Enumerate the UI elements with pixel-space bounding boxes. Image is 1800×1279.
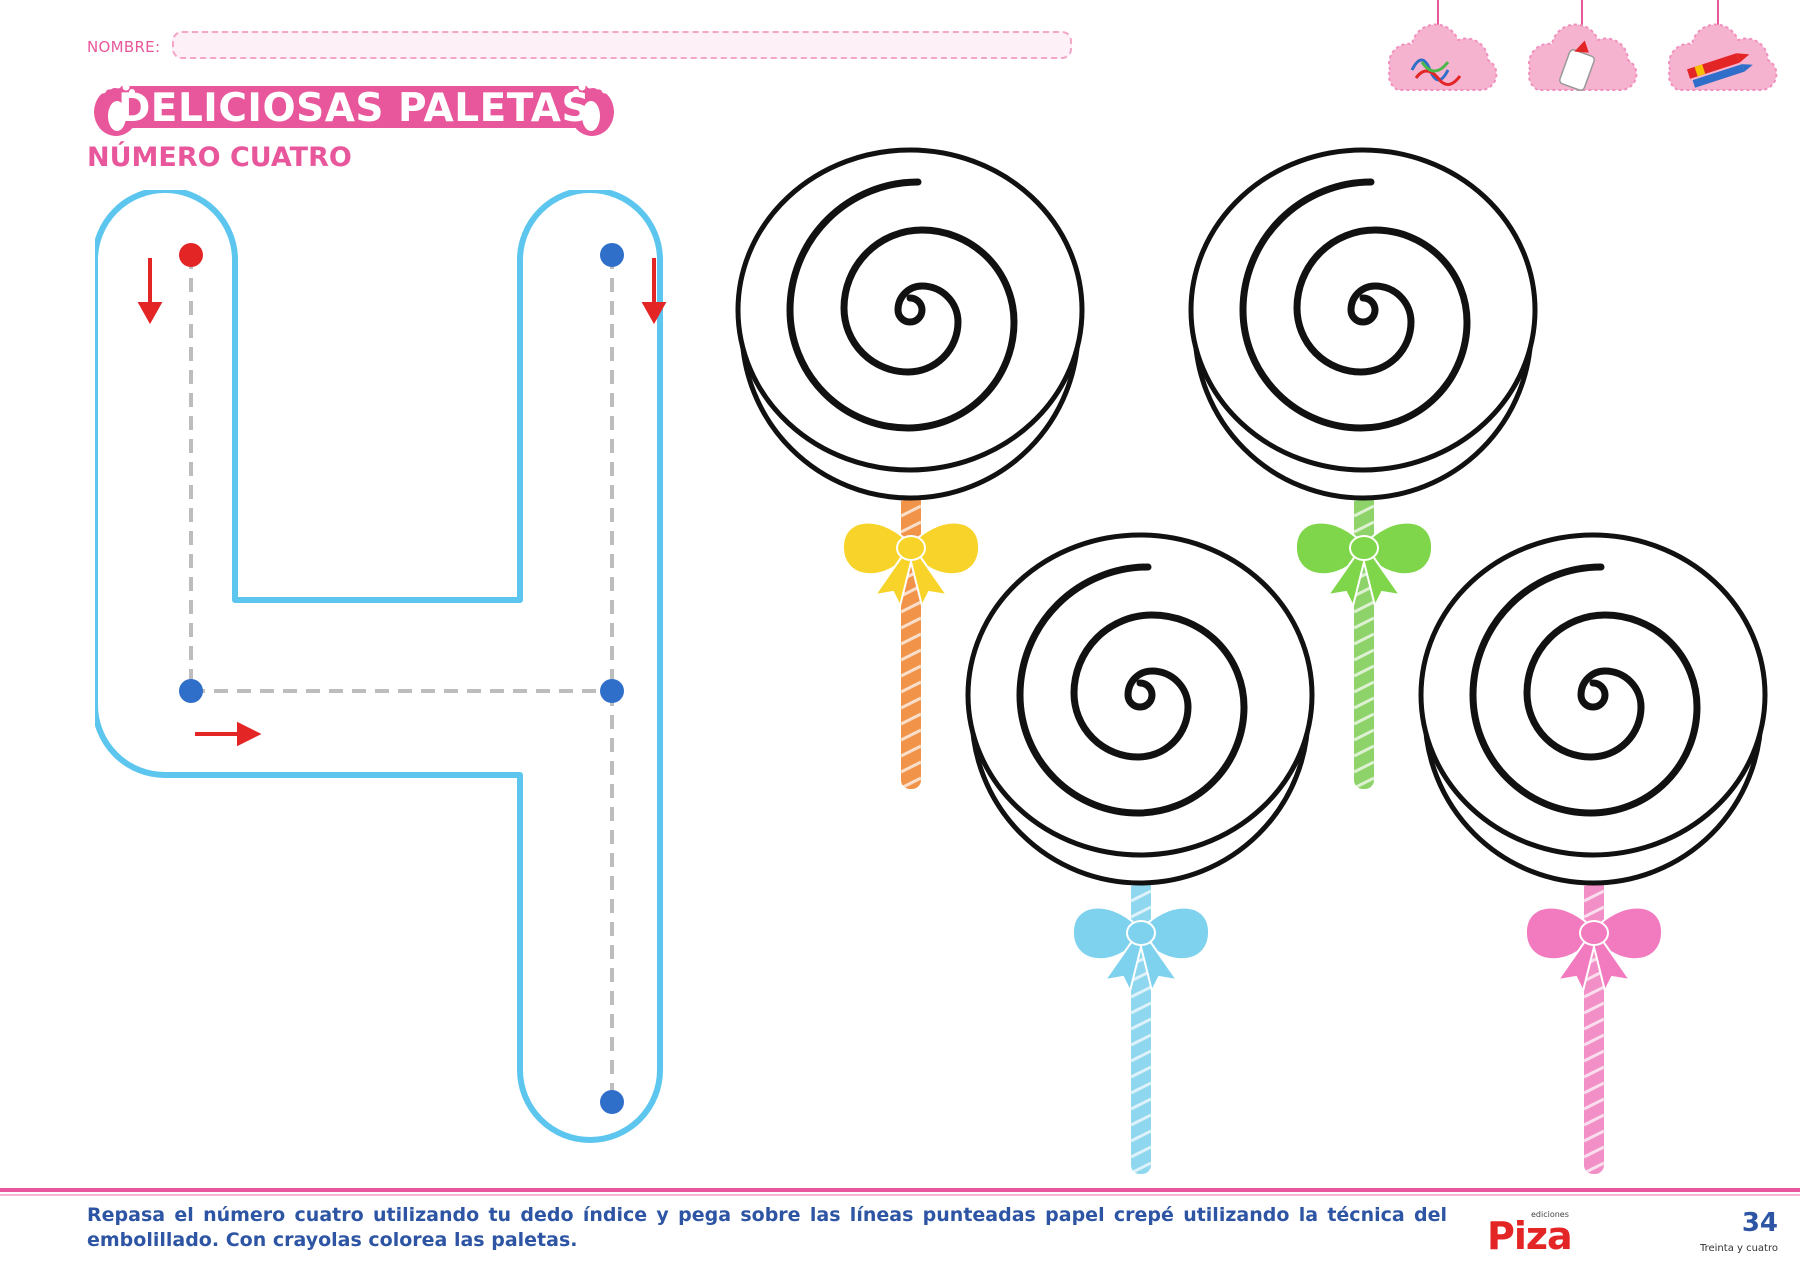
footer-rule xyxy=(0,1188,1800,1192)
title-banner: DELICIOSAS PALETAS xyxy=(88,78,620,136)
lollipop-4[interactable] xyxy=(1418,525,1778,1195)
lollipop-swirl xyxy=(1421,535,1765,883)
lollipop-swirl xyxy=(738,150,1082,498)
ribbons-icon xyxy=(1387,0,1498,91)
brand-name: Piza xyxy=(1487,1214,1573,1258)
lollipop-swirl xyxy=(968,535,1312,883)
second-stroke-start-dot xyxy=(600,243,624,267)
number-four-outline xyxy=(95,190,663,1143)
page-subtitle: NÚMERO CUATRO xyxy=(87,142,352,173)
junction-dot xyxy=(600,679,624,703)
glue-bottle-icon xyxy=(1527,0,1638,91)
number-four-trace[interactable] xyxy=(95,190,710,1160)
lollipop-3[interactable] xyxy=(965,525,1325,1195)
name-label: NOMBRE: xyxy=(87,38,161,56)
page-title: DELICIOSAS PALETAS xyxy=(117,86,591,131)
brand-logo: ediciones Piza xyxy=(1487,1210,1579,1260)
instructions-text: Repasa el número cuatro utilizando tu de… xyxy=(87,1204,1447,1251)
start-dot xyxy=(179,243,203,267)
arrow-down-left-icon xyxy=(137,258,163,325)
arrow-right-icon xyxy=(195,721,262,747)
crayon-icon xyxy=(1667,0,1778,91)
corner-dot xyxy=(179,679,203,703)
name-input[interactable] xyxy=(172,31,1072,59)
page-number: 34 xyxy=(1741,1208,1778,1238)
lollipop-swirl xyxy=(1191,150,1535,498)
end-dot xyxy=(600,1090,624,1114)
footer-rule-thin xyxy=(0,1194,1800,1196)
page-number-words: Treinta y cuatro xyxy=(1699,1243,1778,1254)
